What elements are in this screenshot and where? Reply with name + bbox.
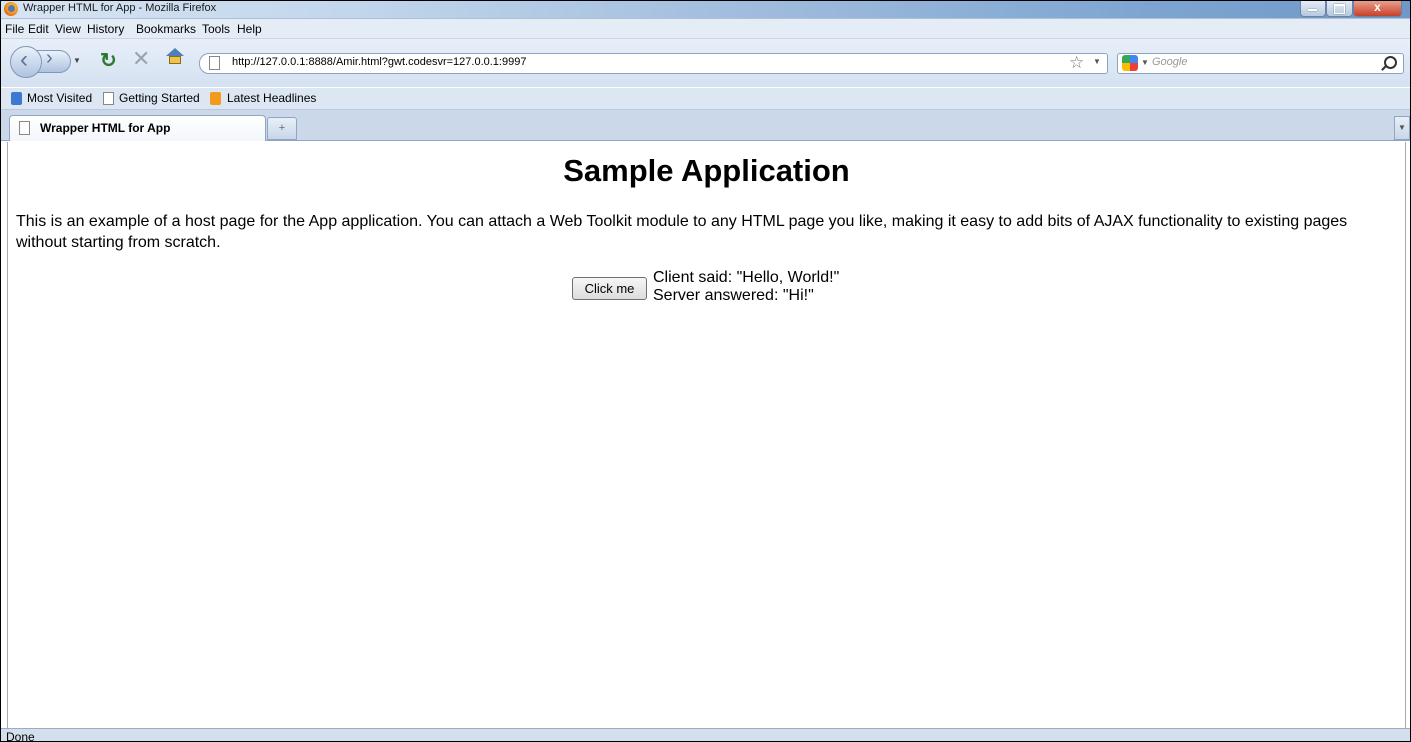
page-icon <box>19 121 30 135</box>
menu-history[interactable]: History <box>87 22 124 36</box>
server-message: Server answered: "Hi!" <box>653 287 814 304</box>
history-dropdown-icon[interactable]: ▼ <box>73 56 81 65</box>
client-message: Client said: "Hello, World!" <box>653 269 840 286</box>
navigation-toolbar: ▼ ↻ ✕ http://127.0.0.1:8888/Amir.html?gw… <box>1 39 1410 87</box>
most-visited-icon <box>11 92 22 105</box>
list-all-tabs-button[interactable]: ▼ <box>1394 116 1410 140</box>
new-tab-button[interactable]: + <box>267 117 297 140</box>
response-panel: Client said: "Hello, World!" Server answ… <box>653 269 839 305</box>
status-bar: Done <box>1 728 1410 742</box>
url-text[interactable]: http://127.0.0.1:8888/Amir.html?gwt.code… <box>232 56 526 68</box>
bookmarks-toolbar: Most Visited Getting Started Latest Head… <box>1 88 1410 110</box>
search-placeholder[interactable]: Google <box>1152 56 1187 68</box>
page-icon <box>209 56 220 70</box>
rss-feed-icon <box>210 92 221 105</box>
google-search-engine-icon[interactable] <box>1122 55 1138 71</box>
menu-tools[interactable]: Tools <box>202 22 230 36</box>
maximize-button[interactable] <box>1326 1 1353 17</box>
getting-started-icon <box>103 92 114 105</box>
bookmark-latest-headlines[interactable]: Latest Headlines <box>227 91 316 105</box>
home-icon[interactable] <box>166 48 184 64</box>
menu-edit[interactable]: Edit <box>28 22 49 36</box>
title-bar: Wrapper HTML for App - Mozilla Firefox <box>1 1 1410 19</box>
bookmark-getting-started[interactable]: Getting Started <box>119 91 200 105</box>
status-text: Done <box>6 730 35 742</box>
firefox-logo-icon <box>4 2 18 16</box>
menu-bar: File Edit View History Bookmarks Tools H… <box>1 19 1410 39</box>
back-button[interactable] <box>10 46 42 78</box>
window-title: Wrapper HTML for App - Mozilla Firefox <box>23 2 217 14</box>
menu-bookmarks[interactable]: Bookmarks <box>136 22 196 36</box>
search-box[interactable]: ▼ Google <box>1117 53 1404 74</box>
page-content: Sample Application This is an example of… <box>7 142 1406 728</box>
url-dropdown-icon[interactable]: ▼ <box>1093 57 1101 66</box>
click-me-button[interactable]: Click me <box>572 277 647 300</box>
close-button[interactable] <box>1353 1 1402 17</box>
stop-icon[interactable]: ✕ <box>132 46 150 72</box>
page-title: Sample Application <box>563 153 850 188</box>
address-bar[interactable]: http://127.0.0.1:8888/Amir.html?gwt.code… <box>199 53 1108 74</box>
tab-strip: Wrapper HTML for App + ▼ <box>1 110 1410 141</box>
page-description: This is an example of a host page for th… <box>16 213 1348 251</box>
menu-help[interactable]: Help <box>237 22 262 36</box>
reload-icon[interactable]: ↻ <box>100 48 117 73</box>
bookmark-star-icon[interactable]: ☆ <box>1069 53 1084 73</box>
minimize-button[interactable] <box>1300 1 1326 17</box>
menu-view[interactable]: View <box>55 22 81 36</box>
search-icon[interactable] <box>1384 56 1397 69</box>
tab-wrapper-html[interactable]: Wrapper HTML for App <box>9 115 266 141</box>
bookmark-most-visited[interactable]: Most Visited <box>27 91 92 105</box>
browser-window: Wrapper HTML for App - Mozilla Firefox F… <box>0 0 1411 742</box>
menu-file[interactable]: File <box>5 22 24 36</box>
search-engine-dropdown-icon[interactable]: ▼ <box>1141 58 1149 67</box>
tab-label: Wrapper HTML for App <box>40 121 171 135</box>
back-forward-group: ▼ <box>10 46 90 78</box>
